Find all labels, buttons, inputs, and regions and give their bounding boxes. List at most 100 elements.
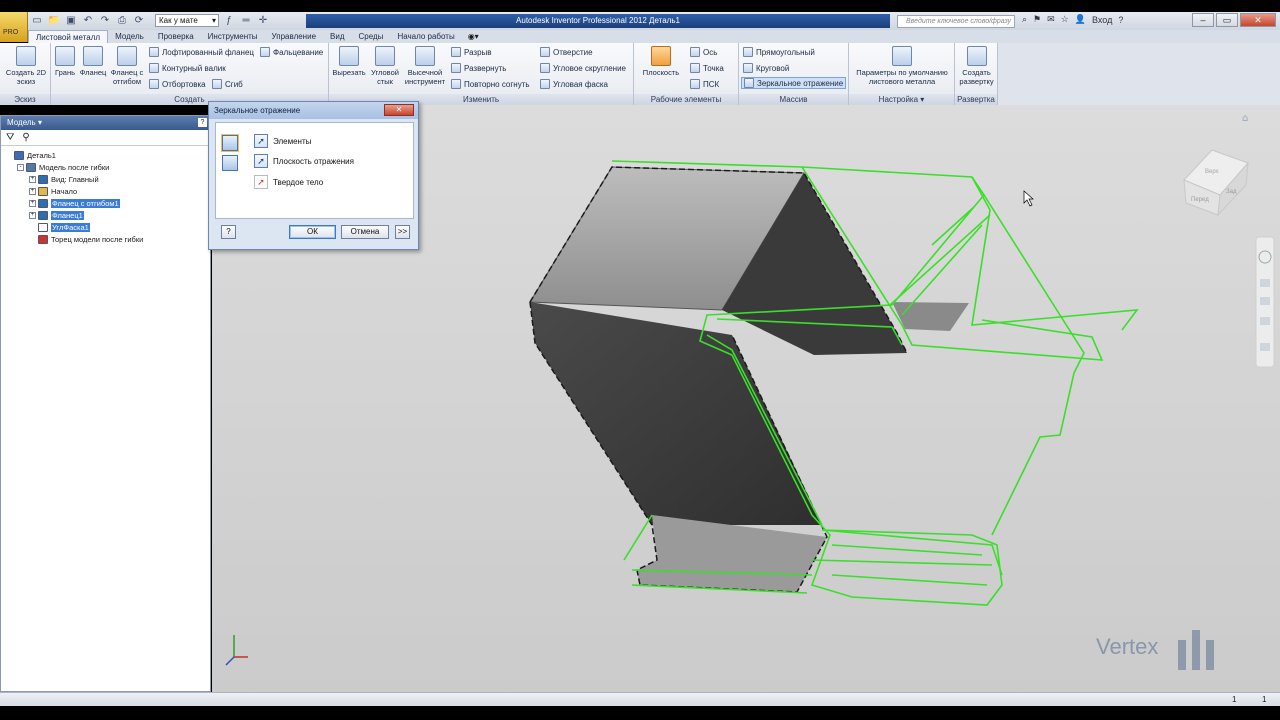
sheet-metal-part[interactable] xyxy=(529,166,969,593)
measure-icon[interactable]: ═ xyxy=(239,15,253,27)
filter-icon[interactable]: ⛛ xyxy=(6,132,14,143)
ucs-icon xyxy=(690,79,700,89)
zoom-icon[interactable] xyxy=(1260,297,1270,305)
panel-setup: Параметры по умолчанию листового металла… xyxy=(849,43,955,105)
new-file-icon[interactable]: ▭ xyxy=(30,15,44,27)
browser-tree-item[interactable]: - Модель после гибки xyxy=(1,161,210,173)
minimize-button[interactable]: – xyxy=(1192,13,1214,27)
corner-chamfer-button[interactable]: Угловая фаска xyxy=(540,78,608,90)
more-button[interactable]: >> xyxy=(395,225,410,239)
contour-roll-button[interactable]: Контурный валик xyxy=(149,62,226,74)
unfold-button[interactable]: Развернуть xyxy=(451,62,506,74)
panel-modify: Вырезать Угловой стык Высечной инструмен… xyxy=(329,43,634,105)
dialog-title-bar[interactable]: Зеркальное отражение ✕ xyxy=(209,102,418,119)
look-at-icon[interactable] xyxy=(1260,343,1270,351)
expand-toggle-icon[interactable]: + xyxy=(29,211,36,219)
pan-icon[interactable] xyxy=(1260,279,1270,287)
expand-toggle-icon[interactable]: + xyxy=(29,175,36,183)
hole-button[interactable]: Отверстие xyxy=(540,46,593,58)
circular-pattern-button[interactable]: Круговой xyxy=(743,62,789,74)
bend-button[interactable]: Сгиб xyxy=(212,78,243,90)
point-button[interactable]: Точка xyxy=(690,62,724,74)
hem-button[interactable]: Фальцевание xyxy=(260,46,323,58)
view-cube[interactable]: Перед Зад Верх xyxy=(1183,149,1249,217)
lofted-flange-button[interactable]: Лофтированный фланец xyxy=(149,46,254,58)
maximize-button[interactable]: ▭ xyxy=(1216,13,1238,27)
browser-tree-item[interactable]: + Фланец1 xyxy=(1,209,210,221)
tab-environments[interactable]: Среды xyxy=(352,30,391,43)
tab-inspect[interactable]: Проверка xyxy=(151,30,201,43)
hem-icon xyxy=(260,47,270,57)
browser-help-icon[interactable]: ? xyxy=(198,118,207,127)
corner-seam-button[interactable]: Угловой стык xyxy=(367,46,403,86)
tab-model[interactable]: Модель xyxy=(108,30,151,43)
mirror-button[interactable]: Зеркальное отражение xyxy=(741,77,847,89)
axis-button[interactable]: Ось xyxy=(690,46,717,58)
elements-selector[interactable]: ➚ Элементы xyxy=(254,133,311,149)
preview-edge xyxy=(889,206,991,316)
undo-icon[interactable]: ↶ xyxy=(81,15,95,27)
binoculars-icon[interactable]: ⌕ xyxy=(1022,14,1027,25)
sheet-metal-defaults-button[interactable]: Параметры по умолчанию листового металла xyxy=(851,46,953,86)
cancel-button[interactable]: Отмена xyxy=(341,225,389,239)
cut-button[interactable]: Вырезать xyxy=(331,46,367,77)
mirror-solid-icon[interactable] xyxy=(222,155,238,171)
open-folder-icon[interactable]: 📁 xyxy=(47,15,61,27)
save-icon[interactable]: ▣ xyxy=(64,15,78,27)
tab-view[interactable]: Вид xyxy=(323,30,351,43)
browser-header[interactable]: Модель ▾ ? xyxy=(1,116,210,130)
tabs-overflow-icon[interactable]: ◉▾ xyxy=(468,30,479,43)
browser-tree-item[interactable]: + Начало xyxy=(1,185,210,197)
application-menu-button[interactable]: PRO xyxy=(0,12,28,42)
corner-round-button[interactable]: Угловое скругление xyxy=(540,62,626,74)
search-input[interactable]: Введите ключевое слово/фразу xyxy=(897,15,1015,28)
flange-edge-button[interactable]: Отбортовка xyxy=(149,78,206,90)
contour-flange-button[interactable]: Фланец с отгибом xyxy=(109,46,145,86)
tab-manage[interactable]: Управление xyxy=(265,30,323,43)
expand-toggle-icon[interactable]: - xyxy=(17,163,24,171)
ucs-button[interactable]: ПСК xyxy=(690,78,719,90)
ok-button[interactable]: ОК xyxy=(289,225,336,239)
flange-button[interactable]: Фланец xyxy=(79,46,107,77)
solid-selector[interactable]: ➚ Твердое тело xyxy=(254,174,323,190)
expand-toggle-icon[interactable]: + xyxy=(29,199,36,207)
expand-toggle-icon[interactable]: + xyxy=(29,187,36,195)
redo-icon[interactable]: ↷ xyxy=(98,15,112,27)
browser-tree-item[interactable]: Деталь1 xyxy=(1,149,210,161)
tab-tools[interactable]: Инструменты xyxy=(201,30,265,43)
help-icon[interactable]: ? xyxy=(1118,15,1123,25)
mirror-features-icon[interactable] xyxy=(221,134,239,152)
update-icon[interactable]: ⟳ xyxy=(132,15,146,27)
browser-tree-item[interactable]: + Фланец с отгибом1 xyxy=(1,197,210,209)
browser-tree-item[interactable]: + Вид: Главный xyxy=(1,173,210,185)
browser-tree-item[interactable]: Торец модели после гибки xyxy=(1,233,210,245)
browser-tree-item[interactable]: УглФаска1 xyxy=(1,221,210,233)
refold-button[interactable]: Повторно согнуть xyxy=(451,78,530,90)
face-button[interactable]: Грань xyxy=(53,46,77,77)
dialog-help-button[interactable]: ? xyxy=(221,225,236,239)
subscription-icon[interactable]: ⚑ xyxy=(1033,14,1041,25)
customize-icon[interactable]: ✛ xyxy=(256,15,270,27)
orbit-icon[interactable] xyxy=(1260,317,1270,325)
rectangular-pattern-button[interactable]: Прямоугольный xyxy=(743,46,815,58)
tab-sheet-metal[interactable]: Листовой металл xyxy=(28,30,109,43)
appearance-select[interactable]: Как у мате xyxy=(155,14,219,27)
create-flat-pattern-button[interactable]: Создать развертку xyxy=(956,46,997,86)
create-2d-sketch-button[interactable]: Создать 2D эскиз xyxy=(4,46,48,86)
mirror-plane-selector[interactable]: ➚ Плоскость отражения xyxy=(254,153,354,169)
communication-icon[interactable]: ✉ xyxy=(1047,14,1055,25)
home-icon[interactable]: ⌂ xyxy=(1242,113,1248,124)
favorites-icon[interactable]: ☆ xyxy=(1061,14,1069,25)
user-icon[interactable]: 👤 xyxy=(1075,14,1086,25)
rip-button[interactable]: Разрыв xyxy=(451,46,492,58)
axis-icon xyxy=(690,47,700,57)
login-link[interactable]: Вход xyxy=(1092,15,1112,25)
find-icon[interactable]: ⚲ xyxy=(22,132,29,143)
print-icon[interactable]: ⎙ xyxy=(115,15,129,27)
dialog-close-button[interactable]: ✕ xyxy=(384,104,414,116)
close-button[interactable]: ✕ xyxy=(1240,13,1276,27)
plane-button[interactable]: Плоскость xyxy=(638,46,684,77)
parameters-icon[interactable]: ƒ xyxy=(222,15,236,27)
punch-tool-button[interactable]: Высечной инструмент xyxy=(403,46,447,86)
tab-get-started[interactable]: Начало работы xyxy=(390,30,461,43)
